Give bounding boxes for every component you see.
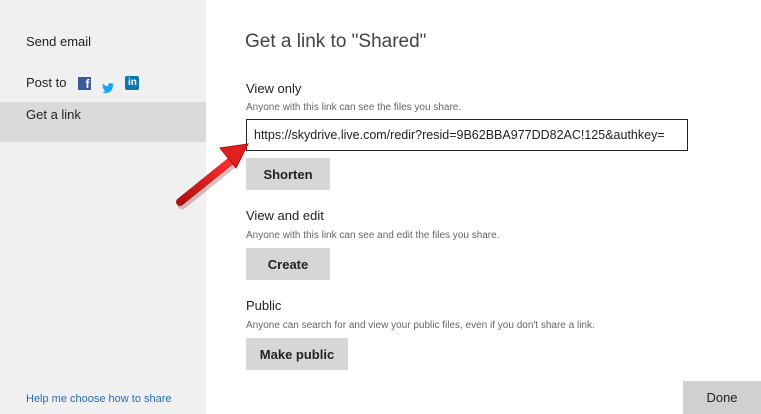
sidebar-item-send-email[interactable]: Send email [0,25,206,59]
view-only-description: Anyone with this link can see the files … [246,102,462,113]
linkedin-icon[interactable]: in [125,76,140,90]
view-edit-description: Anyone with this link can see and edit t… [246,230,500,241]
view-edit-heading: View and edit [246,208,324,223]
create-button[interactable]: Create [246,248,330,280]
public-heading: Public [246,298,282,313]
help-choose-share-link[interactable]: Help me choose how to share [26,393,172,405]
red-arrow-annotation [176,143,249,210]
done-button[interactable]: Done [683,381,761,414]
sidebar-item-label: Send email [26,34,92,49]
public-description: Anyone can search for and view your publ… [246,320,595,331]
sidebar-item-label: Get a link [26,107,81,122]
sidebar-item-post-to[interactable]: Post to f in [0,68,206,98]
view-only-heading: View only [246,81,302,96]
make-public-button[interactable]: Make public [246,338,348,370]
facebook-icon[interactable]: f [78,76,92,90]
share-link-field[interactable] [246,119,688,151]
twitter-icon[interactable] [101,76,115,94]
page-title: Get a link to "Shared" [245,31,427,52]
sidebar-item-label: Post to [26,75,67,90]
